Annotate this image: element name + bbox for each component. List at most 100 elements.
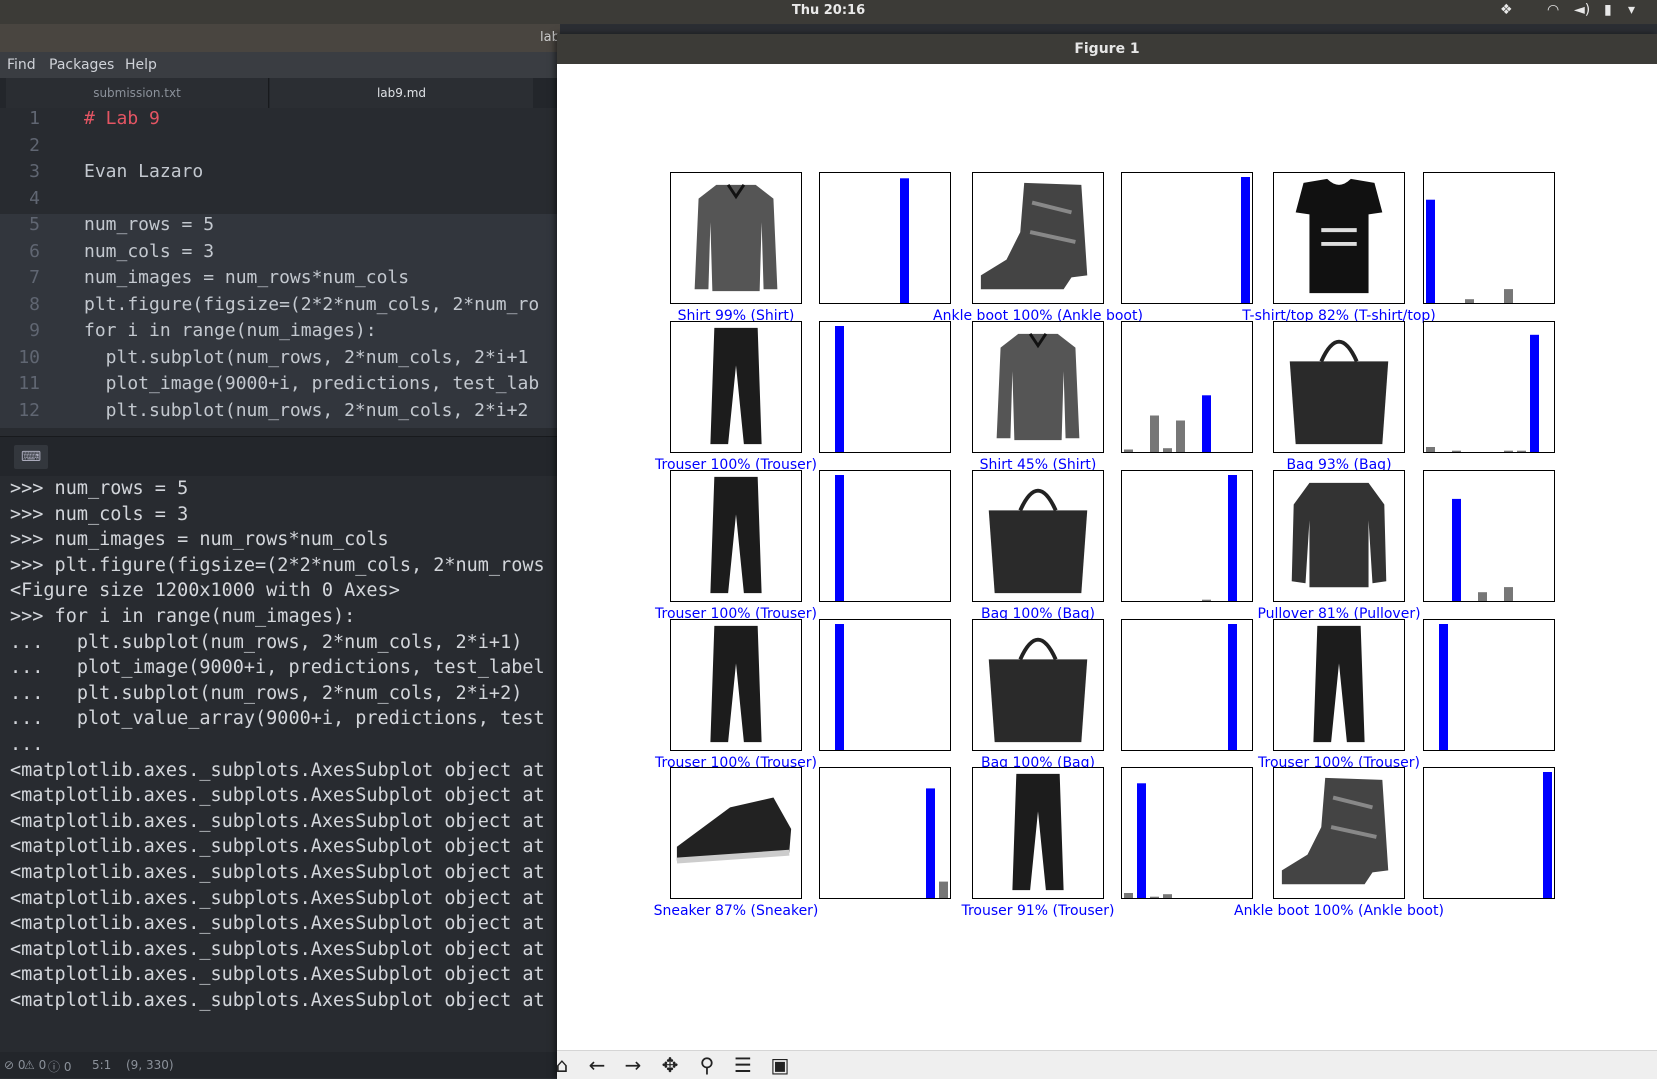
clothing-ankle-boot [980, 182, 1088, 290]
probability-bar-panel [819, 321, 951, 453]
probability-bar-panel [1423, 767, 1555, 899]
bar [1426, 199, 1435, 303]
console-line: ... plot_image(9000+i, predictions, test… [10, 657, 545, 679]
image-panel [1273, 172, 1405, 304]
image-panel [972, 321, 1104, 453]
image-panel [972, 767, 1104, 899]
console-line: >>> num_cols = 3 [10, 503, 189, 525]
code-line[interactable]: 7 num_images = num_rows*num_cols [0, 267, 560, 295]
bar [1478, 592, 1487, 601]
line-number: 10 [18, 346, 40, 368]
probability-bar-panel [1423, 619, 1555, 751]
figure-canvas[interactable]: Shirt 99% (Shirt) Ankle boot 100% (Ankle … [557, 64, 1657, 1050]
bar [1504, 450, 1513, 452]
bar [1543, 772, 1552, 898]
pan-icon[interactable]: ✥ [655, 1053, 685, 1077]
line-number: 12 [18, 399, 40, 421]
image-panel [670, 619, 802, 751]
bar [1465, 299, 1474, 303]
back-icon[interactable]: ← [582, 1053, 612, 1077]
console-line: ... plot_value_array(9000+i, predictions… [10, 708, 545, 730]
code-text: num_images = num_rows*num_cols [84, 267, 410, 288]
menu-find[interactable]: Find [7, 57, 36, 73]
dropbox-icon[interactable]: ❖ [1500, 2, 1513, 18]
code-editor[interactable]: 1 # Lab 9 2 3 Evan Lazaro 4 5 num_rows = 5 6 num_… [0, 108, 560, 436]
clothing-sneaker [676, 797, 792, 864]
error-count[interactable]: ⊘ 0 [4, 1058, 26, 1072]
code-text: Evan Lazaro [84, 161, 204, 182]
probability-bar-panel [1121, 619, 1253, 751]
image-panel [1273, 767, 1405, 899]
figure-window: Figure 1 Shirt 99% (Shirt) Ankle boot 100… [556, 34, 1657, 1079]
code-text: plt.figure(figsize=(2*2*num_cols, 2*num_… [84, 293, 540, 315]
clothing-bag [1289, 339, 1389, 445]
volume-icon[interactable]: ◄) [1574, 2, 1590, 18]
clothing-shirt [694, 183, 778, 292]
bar [1241, 177, 1250, 303]
bar [835, 326, 844, 452]
code-line[interactable]: 4 [0, 188, 560, 216]
battery-icon[interactable]: ▮ [1604, 2, 1612, 18]
bar [1228, 624, 1237, 750]
code-text: plt.subplot(num_rows, 2*num_cols, 2*i+1 [84, 346, 529, 368]
keyboard-icon[interactable]: ⌨ [14, 445, 48, 469]
figure-title[interactable]: Figure 1 [557, 34, 1657, 64]
configure-icon[interactable]: ☰ [728, 1053, 758, 1077]
clothing-trouser [710, 476, 762, 594]
info-count[interactable]: ⓘ 0 [48, 1058, 71, 1075]
bar [1202, 395, 1211, 452]
code-line[interactable]: 11 plot_image(9000+i, predictions, test_… [0, 373, 560, 401]
line-number: 11 [18, 373, 40, 394]
clothing-trouser [710, 625, 762, 743]
wifi-icon[interactable]: ◠ [1547, 2, 1559, 18]
warning-count[interactable]: ⚠ 0 [24, 1058, 46, 1072]
console-line: <matplotlib.axes._subplots.AxesSubplot o… [10, 759, 545, 781]
tab-lab9-md[interactable]: lab9.md [270, 78, 533, 108]
save-icon[interactable]: ▣ [765, 1053, 795, 1077]
line-number: 7 [29, 267, 40, 288]
bar [1124, 893, 1133, 898]
menu-help[interactable]: Help [125, 57, 157, 73]
code-text: plt.subplot(num_rows, 2*num_cols, 2*i+2 [84, 399, 529, 421]
line-number: 5 [29, 214, 40, 235]
system-menu-chevron-icon[interactable]: ▾ [1628, 2, 1635, 18]
image-panel [1273, 321, 1405, 453]
prediction-label: Ankle boot 100% (Ankle boot) [1234, 903, 1444, 919]
tab-submission-txt[interactable]: submission.txt [6, 78, 269, 108]
code-text: # Lab 9 [84, 108, 160, 129]
image-panel [972, 619, 1104, 751]
clothing-shirt [996, 332, 1080, 441]
code-line[interactable]: 6 num_cols = 3 [0, 240, 560, 269]
bar [1228, 475, 1237, 601]
prediction-label: Sneaker 87% (Sneaker) [653, 903, 819, 919]
line-number: 2 [29, 134, 40, 156]
bar [1137, 783, 1146, 898]
menu-packages[interactable]: Packages [49, 57, 114, 73]
bar [1504, 587, 1513, 601]
clock[interactable]: Thu 20:16 [0, 3, 1657, 18]
console-line: ... plt.subplot(num_rows, 2*num_cols, 2*… [10, 682, 523, 704]
code-line[interactable]: 2 [0, 135, 560, 163]
code-line[interactable]: 10 plt.subplot(num_rows, 2*num_cols, 2*i… [0, 346, 560, 375]
code-line[interactable]: 5 num_rows = 5 [0, 214, 560, 242]
selection-count[interactable]: (9, 330) [126, 1058, 174, 1072]
probability-bar-panel [819, 767, 951, 899]
code-line[interactable]: 12 plt.subplot(num_rows, 2*num_cols, 2*i… [0, 399, 560, 428]
clothing-trouser [1012, 773, 1064, 891]
home-icon[interactable]: ⌂ [547, 1053, 577, 1077]
code-line[interactable]: 1 # Lab 9 [0, 108, 560, 136]
cursor-position[interactable]: 5:1 [92, 1058, 111, 1072]
code-line[interactable]: 3 Evan Lazaro [0, 161, 560, 189]
python-console[interactable]: >>> num_rows = 5 >>> num_cols = 3 >>> num_… [0, 476, 560, 1052]
code-line[interactable]: 9 for i in range(num_images): [0, 320, 560, 348]
bar [1202, 599, 1211, 601]
console-line: ... [10, 734, 44, 755]
line-number: 9 [29, 320, 40, 341]
code-text: plot_image(9000+i, predictions, test_lab [84, 373, 540, 394]
forward-icon[interactable]: → [618, 1053, 648, 1077]
zoom-icon[interactable]: ⚲ [692, 1053, 722, 1077]
code-line[interactable]: 8 plt.figure(figsize=(2*2*num_cols, 2*num… [0, 293, 560, 322]
bar [1150, 896, 1159, 898]
bar [1452, 498, 1461, 601]
console-line: <matplotlib.axes._subplots.AxesSubplot o… [10, 964, 545, 986]
